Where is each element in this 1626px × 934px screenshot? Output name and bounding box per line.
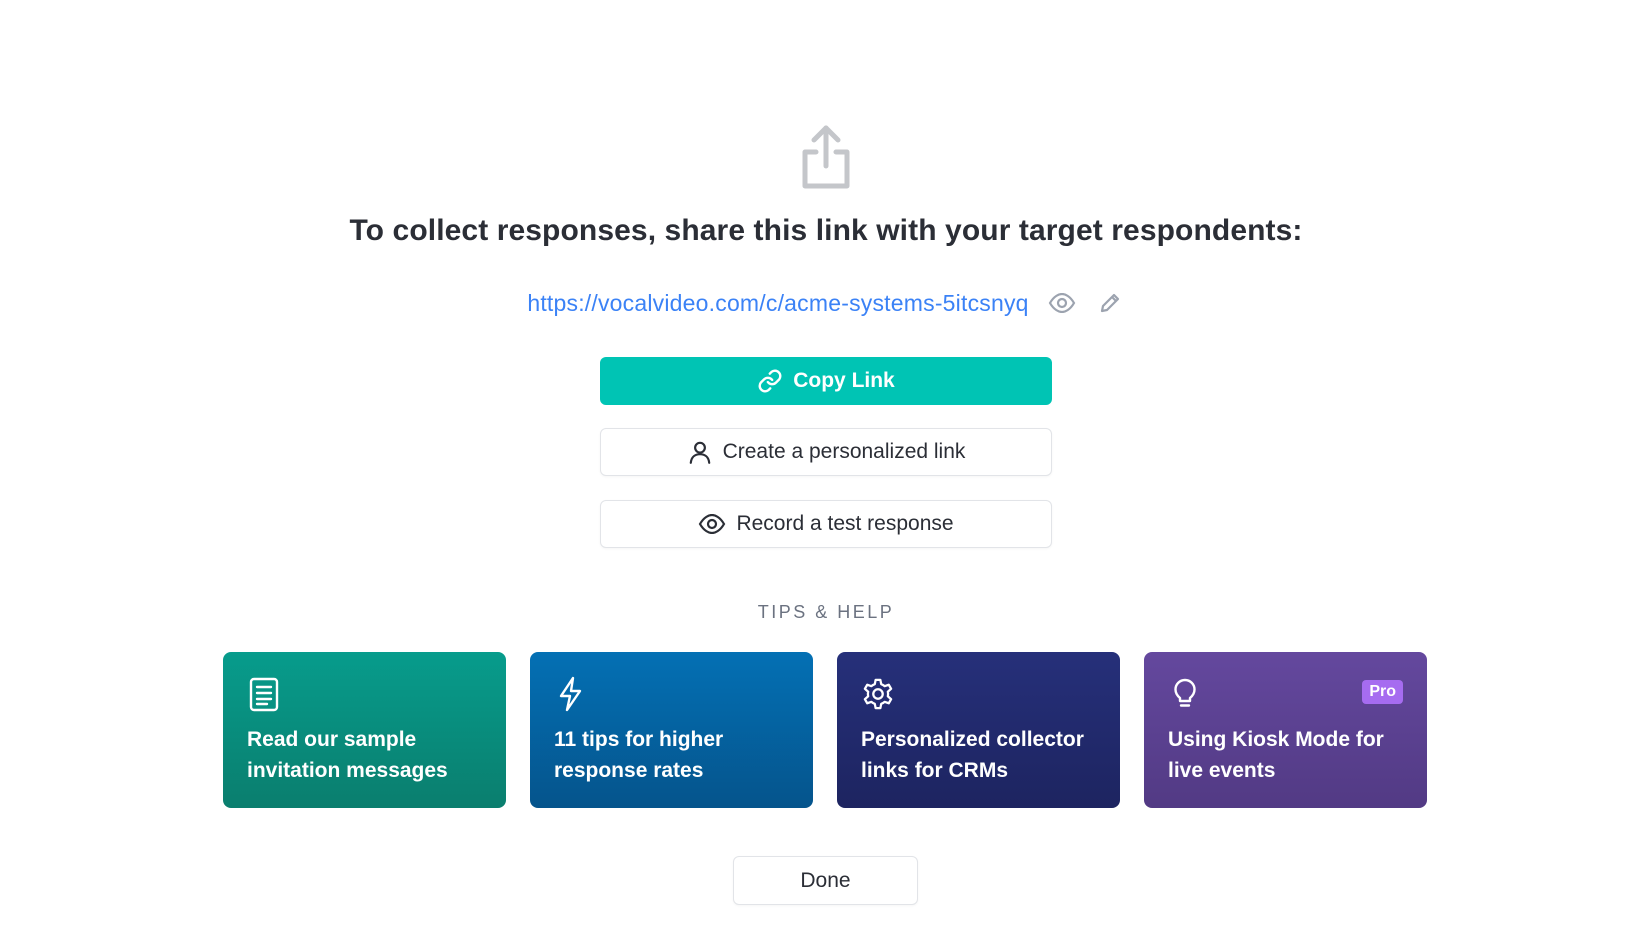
copy-link-label: Copy Link <box>793 369 895 392</box>
pencil-icon <box>1100 293 1119 313</box>
tip-card-crm-links[interactable]: Personalized collector links for CRMs <box>837 652 1120 808</box>
tips-section-label: TIPS & HELP <box>757 602 895 622</box>
tip-card-label: 11 tips for higher response rates <box>554 728 724 782</box>
tip-card-response-rates[interactable]: 11 tips for higher response rates <box>530 652 813 808</box>
document-icon <box>249 677 279 712</box>
copy-link-button[interactable]: Copy Link <box>600 357 1052 405</box>
create-personalized-link-button[interactable]: Create a personalized link <box>600 428 1052 476</box>
eye-icon <box>1048 293 1075 313</box>
lightbulb-icon <box>1174 678 1196 707</box>
tip-card-label: Read our sample invitation messages <box>247 728 448 782</box>
link-icon <box>758 369 782 393</box>
preview-link-button[interactable] <box>1047 288 1077 318</box>
tip-card-sample-invitations[interactable]: Read our sample invitation messages <box>223 652 506 808</box>
done-button[interactable]: Done <box>733 856 918 905</box>
eye-icon <box>699 514 726 534</box>
create-personalized-link-label: Create a personalized link <box>722 440 966 463</box>
page-title: To collect responses, share this link wi… <box>349 214 1303 247</box>
edit-link-button[interactable] <box>1095 288 1125 318</box>
lightning-icon <box>559 676 582 712</box>
record-test-response-button[interactable]: Record a test response <box>600 500 1052 548</box>
tip-card-label: Using Kiosk Mode for live events <box>1168 728 1384 782</box>
share-upload-icon <box>802 125 850 189</box>
tip-card-label: Personalized collector links for CRMs <box>861 728 1084 782</box>
user-icon <box>689 441 710 464</box>
pro-badge: Pro <box>1362 680 1403 704</box>
share-link-row: https://vocalvideo.com/c/acme-systems-5i… <box>0 288 1626 318</box>
tip-card-kiosk-mode[interactable]: Pro Using Kiosk Mode for live events <box>1144 652 1427 808</box>
gear-icon <box>863 678 893 710</box>
record-test-response-label: Record a test response <box>736 512 954 535</box>
share-collector-page: To collect responses, share this link wi… <box>0 0 1626 934</box>
share-link-url[interactable]: https://vocalvideo.com/c/acme-systems-5i… <box>527 290 1028 317</box>
